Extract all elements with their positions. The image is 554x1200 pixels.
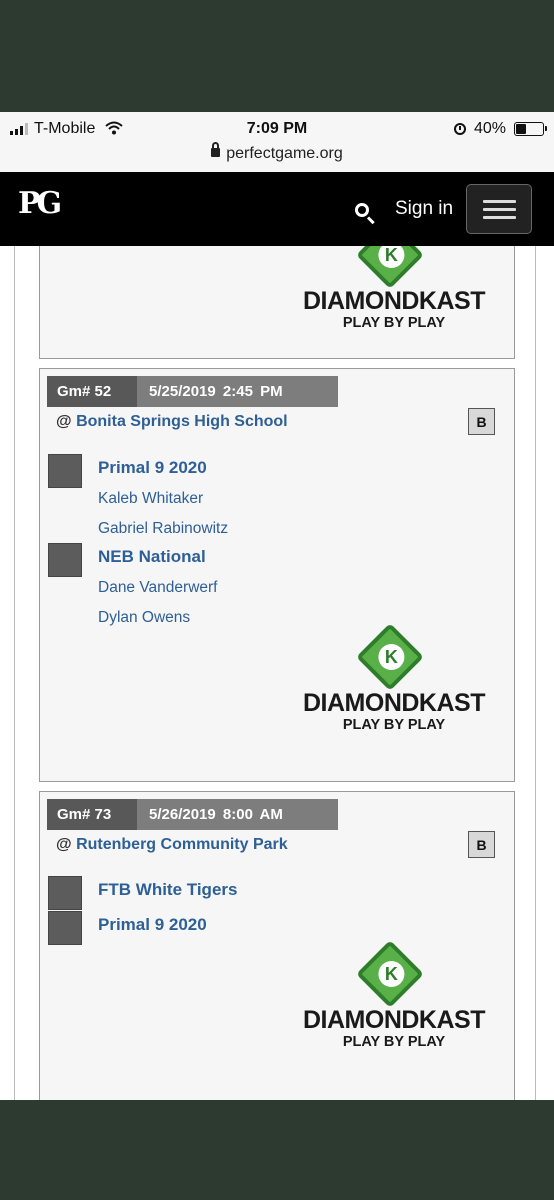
game-date-time: 5/25/2019 2:45 PM xyxy=(149,383,283,400)
diamondkast-tagline: PLAY BY PLAY xyxy=(342,717,446,733)
game-card: Gm# 52 5/25/2019 2:45 PM @ Bonita Spring… xyxy=(39,368,515,782)
alarm-icon xyxy=(453,123,466,135)
bracket-badge[interactable]: B xyxy=(468,408,495,435)
venue-line: @ Rutenberg Community Park xyxy=(56,836,288,854)
team-logo-placeholder xyxy=(48,543,82,577)
diamondkast-diamond-icon: K xyxy=(356,246,424,289)
at-symbol: @ xyxy=(56,413,72,430)
perfect-game-logo[interactable]: PG xyxy=(18,186,62,221)
team-name-link[interactable]: FTB White Tigers xyxy=(98,880,237,900)
player-link[interactable]: Dylan Owens xyxy=(98,609,190,627)
game-number: Gm# 52 xyxy=(47,376,137,407)
screenshot-frame-top xyxy=(0,0,554,112)
hamburger-menu-button[interactable] xyxy=(466,184,532,234)
team-name-link[interactable]: Primal 9 2020 xyxy=(98,458,207,478)
schedule-content: K DIAMONDKAST PLAY BY PLAY Gm# 52 5/25/2… xyxy=(0,246,554,1100)
screenshot-frame-bottom xyxy=(0,1100,554,1200)
lock-icon xyxy=(211,142,221,157)
diamondkast-tagline: PLAY BY PLAY xyxy=(342,315,446,331)
status-bar: T-Mobile 7:09 PM perfectgame.org 40% xyxy=(0,112,554,172)
diamondkast-wordmark: DIAMONDKAST xyxy=(303,1006,486,1034)
game-card-partial: K DIAMONDKAST PLAY BY PLAY xyxy=(39,246,515,359)
game-number: Gm# 73 xyxy=(47,799,137,830)
team-logo-placeholder xyxy=(48,454,82,488)
team-name-link[interactable]: NEB National xyxy=(98,547,206,567)
team-logo-placeholder xyxy=(48,876,82,910)
battery-percent: 40% xyxy=(473,120,506,137)
diamondkast-logo[interactable]: K DIAMONDKAST PLAY BY PLAY xyxy=(284,623,504,745)
site-header: PG Sign in xyxy=(0,172,554,246)
venue-link[interactable]: Rutenberg Community Park xyxy=(76,836,288,853)
player-link[interactable]: Gabriel Rabinowitz xyxy=(98,520,228,538)
venue-line: @ Bonita Springs High School xyxy=(56,413,288,431)
game-card: Gm# 73 5/26/2019 8:00 AM @ Rutenberg Com… xyxy=(39,791,515,1100)
diamondkast-diamond-icon: K xyxy=(356,623,424,691)
battery-icon xyxy=(514,122,547,136)
phone-screen: T-Mobile 7:09 PM perfectgame.org 40% PG … xyxy=(0,112,554,1100)
address-bar[interactable]: perfectgame.org xyxy=(0,142,554,163)
game-header-bar: Gm# 52 5/25/2019 2:45 PM xyxy=(47,376,338,407)
at-symbol: @ xyxy=(56,836,72,853)
diamondkast-wordmark: DIAMONDKAST xyxy=(303,287,486,315)
right-status: 40% xyxy=(453,120,547,138)
game-date-time: 5/26/2019 8:00 AM xyxy=(149,806,283,823)
search-icon[interactable] xyxy=(355,203,369,217)
bracket-badge[interactable]: B xyxy=(468,831,495,858)
player-link[interactable]: Kaleb Whitaker xyxy=(98,490,203,508)
player-link[interactable]: Dane Vanderwerf xyxy=(98,579,217,597)
diamondkast-logo[interactable]: K DIAMONDKAST PLAY BY PLAY xyxy=(284,940,504,1062)
team-name-link[interactable]: Primal 9 2020 xyxy=(98,915,207,935)
diamondkast-wordmark: DIAMONDKAST xyxy=(303,689,486,717)
battery-fill xyxy=(516,124,527,134)
diamondkast-logo[interactable]: K DIAMONDKAST PLAY BY PLAY xyxy=(284,246,504,343)
url-text: perfectgame.org xyxy=(226,145,343,162)
diamondkast-tagline: PLAY BY PLAY xyxy=(342,1034,446,1050)
game-header-bar: Gm# 73 5/26/2019 8:00 AM xyxy=(47,799,338,830)
venue-link[interactable]: Bonita Springs High School xyxy=(76,413,288,430)
team-logo-placeholder xyxy=(48,911,82,945)
diamondkast-diamond-icon: K xyxy=(356,940,424,1008)
sign-in-link[interactable]: Sign in xyxy=(395,198,453,220)
